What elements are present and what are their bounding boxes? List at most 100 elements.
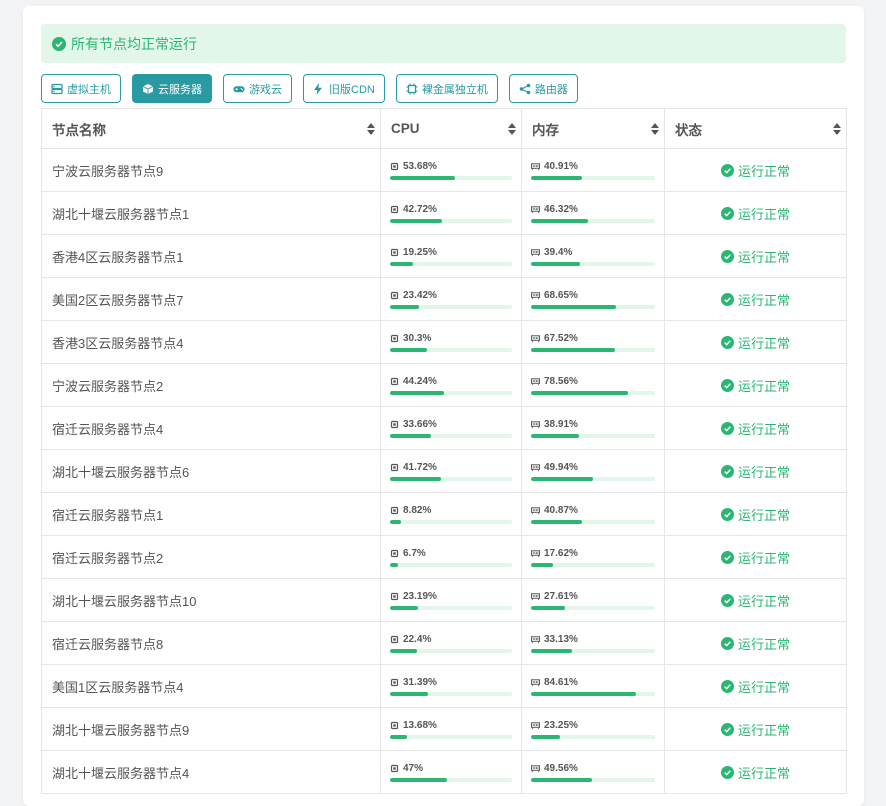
cpu-cell: 42.72% [380, 191, 522, 235]
mem-value: 38.91% [544, 418, 578, 430]
table-row: 宿迁云服务器节点1 8.82% 40.87% 运行正常 [41, 492, 847, 536]
tab-1[interactable]: 云服务器 [132, 74, 212, 103]
table-row: 湖北十堰云服务器节点10 23.19% 27.61% 运行正常 [41, 578, 847, 622]
cpu-value: 13.68% [403, 719, 437, 731]
column-header-name-label: 节点名称 [52, 122, 106, 138]
mem-value: 40.91% [544, 160, 578, 172]
mem-value: 33.13% [544, 633, 578, 645]
mem-value: 27.61% [544, 590, 578, 602]
sort-icon[interactable] [833, 123, 841, 135]
column-header-mem[interactable]: 内存 [521, 108, 665, 149]
mem-cell: 27.61% [521, 578, 665, 622]
status-cell: 运行正常 [664, 148, 847, 192]
sort-icon[interactable] [508, 123, 516, 135]
gamepad-icon [233, 83, 245, 95]
column-header-mem-label: 内存 [532, 122, 559, 138]
node-name: 湖北十堰云服务器节点4 [41, 750, 381, 794]
cpu-progress-fill [390, 735, 407, 739]
node-name: 香港3区云服务器节点4 [41, 320, 381, 364]
table-row: 美国2区云服务器节点7 23.42% 68.65% 运行正常 [41, 277, 847, 321]
mem-cell: 33.13% [521, 621, 665, 665]
table-row: 宁波云服务器节点9 53.68% 40.91% 运行正常 [41, 148, 847, 192]
cpu-progress-fill [390, 692, 429, 696]
cpu-cell: 47% [380, 750, 522, 794]
cpu-value: 33.66% [403, 418, 437, 430]
mem-value: 17.62% [544, 547, 578, 559]
cpu-value: 47% [403, 762, 424, 774]
table-row: 湖北十堰云服务器节点4 47% 49.56% 运行正常 [41, 750, 847, 794]
memory-icon [531, 764, 540, 773]
chip-icon [406, 83, 418, 95]
node-name: 宁波云服务器节点9 [41, 148, 381, 192]
cpu-progress-fill [390, 434, 432, 438]
check-circle-icon [720, 421, 734, 435]
status-text: 运行正常 [737, 163, 790, 179]
tab-4[interactable]: 裸金属独立机 [395, 74, 498, 103]
memory-icon [531, 463, 540, 472]
cpu-cell: 23.42% [380, 277, 522, 321]
status-cell: 运行正常 [664, 707, 847, 751]
memory-icon [531, 721, 540, 730]
cube-icon [142, 83, 154, 95]
column-header-status[interactable]: 状态 [664, 108, 847, 149]
cpu-progress-fill [390, 477, 441, 481]
cpu-cell: 41.72% [380, 449, 522, 493]
cpu-value: 42.72% [403, 203, 437, 215]
tab-label: 游戏云 [249, 83, 282, 96]
mem-progress-fill [531, 391, 629, 395]
status-cell: 运行正常 [664, 664, 847, 708]
sort-icon[interactable] [367, 123, 375, 135]
cpu-progress-fill [390, 391, 444, 395]
cpu-icon [390, 377, 399, 386]
table-row: 宁波云服务器节点2 44.24% 78.56% 运行正常 [41, 363, 847, 407]
tab-3[interactable]: 旧版CDN [303, 74, 385, 103]
cpu-progress-fill [390, 219, 443, 223]
cpu-progress-fill [390, 305, 419, 309]
sort-icon[interactable] [651, 123, 659, 135]
cpu-progress-bar [390, 735, 512, 739]
cpu-value: 23.19% [403, 590, 437, 602]
cpu-cell: 44.24% [380, 363, 522, 407]
mem-cell: 49.56% [521, 750, 665, 794]
column-header-name[interactable]: 节点名称 [41, 108, 381, 149]
cpu-progress-bar [390, 563, 512, 567]
mem-progress-fill [531, 692, 636, 696]
tab-0[interactable]: 虚拟主机 [41, 74, 121, 103]
category-tabs: 虚拟主机 云服务器 游戏云 旧版CDN 裸金属独立机 路由器 [41, 74, 578, 103]
mem-value: 23.25% [544, 719, 578, 731]
status-text: 运行正常 [737, 378, 790, 394]
table-row: 香港4区云服务器节点1 19.25% 39.4% 运行正常 [41, 234, 847, 278]
status-text: 运行正常 [737, 335, 790, 351]
mem-cell: 39.4% [521, 234, 665, 278]
mem-progress-fill [531, 520, 582, 524]
memory-icon [531, 420, 540, 429]
cpu-icon [390, 678, 399, 687]
memory-icon [531, 549, 540, 558]
mem-progress-fill [531, 477, 593, 481]
column-header-cpu[interactable]: CPU [380, 108, 522, 149]
cpu-value: 31.39% [403, 676, 437, 688]
status-cell: 运行正常 [664, 191, 847, 235]
status-cell: 运行正常 [664, 750, 847, 794]
mem-value: 68.65% [544, 289, 578, 301]
status-text: 运行正常 [737, 421, 790, 437]
cpu-cell: 22.4% [380, 621, 522, 665]
mem-cell: 78.56% [521, 363, 665, 407]
memory-icon [531, 678, 540, 687]
tab-2[interactable]: 游戏云 [223, 74, 292, 103]
status-text: 运行正常 [737, 292, 790, 308]
mem-progress-bar [531, 649, 655, 653]
tab-label: 路由器 [534, 83, 568, 96]
mem-progress-bar [531, 434, 655, 438]
status-text: 运行正常 [737, 765, 790, 781]
mem-progress-bar [531, 778, 655, 782]
mem-progress-fill [531, 348, 615, 352]
mem-value: 49.94% [544, 461, 578, 473]
mem-cell: 67.52% [521, 320, 665, 364]
node-name: 宁波云服务器节点2 [41, 363, 381, 407]
check-circle-icon [720, 722, 734, 736]
status-cell: 运行正常 [664, 320, 847, 364]
tab-5[interactable]: 路由器 [508, 74, 578, 103]
check-circle-icon [720, 636, 734, 650]
cpu-progress-bar [390, 649, 512, 653]
